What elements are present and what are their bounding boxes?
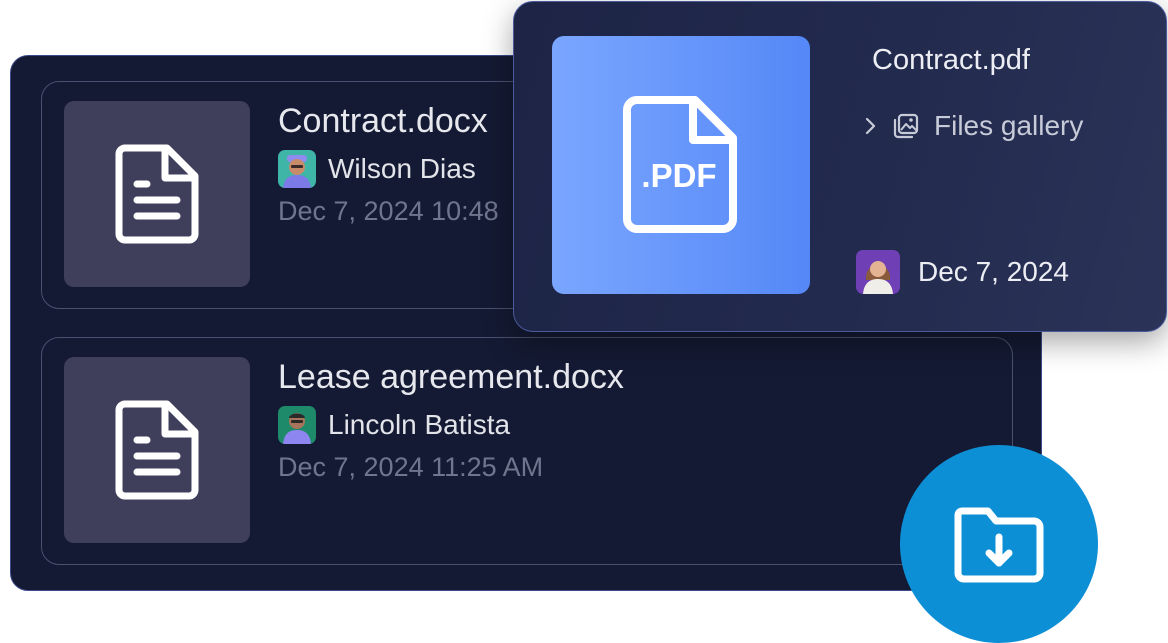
avatar [278, 150, 316, 188]
breadcrumb[interactable]: Files gallery [864, 110, 1083, 142]
gallery-icon [893, 113, 919, 139]
avatar [856, 250, 900, 294]
file-thumbnail [64, 357, 250, 543]
preview-meta: Dec 7, 2024 [856, 250, 1069, 294]
preview-title: Contract.pdf [872, 44, 1030, 76]
document-icon [115, 400, 199, 500]
folder-download-icon [954, 507, 1044, 583]
chevron-right-icon [865, 117, 876, 135]
folder-download-button[interactable] [900, 445, 1098, 643]
pdf-thumbnail: .PDF [552, 36, 810, 294]
file-author: Wilson Dias [278, 150, 476, 188]
file-card-lease[interactable]: Lease agreement.docx Lincoln Batista Dec… [41, 337, 1013, 565]
document-icon [115, 144, 199, 244]
file-title: Contract.docx [278, 102, 488, 140]
preview-date: Dec 7, 2024 [918, 256, 1069, 287]
file-date: Dec 7, 2024 11:25 AM [278, 452, 544, 482]
file-date: Dec 7, 2024 10:48 [278, 196, 499, 226]
avatar [278, 406, 316, 444]
file-thumbnail [64, 101, 250, 287]
file-title: Lease agreement.docx [278, 358, 624, 396]
pdf-file-icon: .PDF [623, 96, 737, 233]
file-preview-card[interactable]: .PDF Contract.pdf Files gallery Dec 7, 2… [513, 1, 1167, 332]
pdf-badge-label: .PDF [641, 157, 716, 194]
file-author: Lincoln Batista [278, 406, 510, 444]
